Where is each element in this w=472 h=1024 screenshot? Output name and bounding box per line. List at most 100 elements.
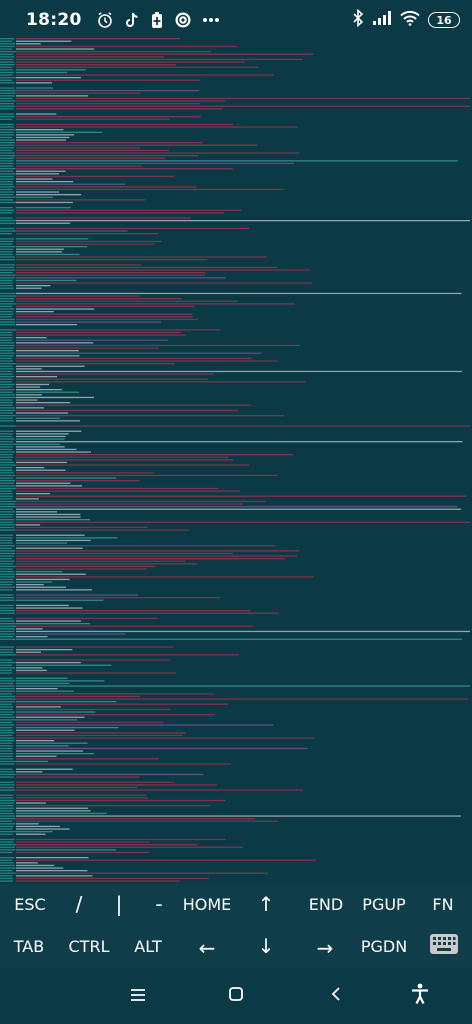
log-text	[16, 794, 147, 796]
log-text	[16, 784, 217, 786]
log-line	[0, 334, 186, 336]
log-line	[0, 526, 148, 529]
log-line	[0, 823, 39, 825]
terminal-output[interactable]	[0, 34, 472, 884]
log-text	[16, 259, 208, 261]
log-text	[16, 352, 262, 354]
log-text	[16, 404, 252, 406]
log-prefix	[0, 170, 13, 172]
log-text	[16, 370, 463, 373]
log-prefix	[0, 136, 13, 139]
log-line	[0, 797, 148, 799]
log-line	[0, 285, 51, 287]
log-line	[0, 625, 253, 627]
log-text	[16, 841, 150, 843]
log-text	[16, 339, 169, 341]
log-prefix	[0, 760, 16, 763]
log-text	[16, 802, 46, 804]
log-line	[0, 389, 62, 391]
log-prefix	[0, 472, 14, 474]
log-line	[0, 82, 53, 84]
key-tab[interactable]: TAB	[0, 926, 58, 966]
log-line	[0, 461, 68, 464]
key-pgup[interactable]: PGUP	[356, 884, 412, 924]
key-alt[interactable]: ALT	[122, 926, 174, 966]
log-text	[16, 781, 174, 783]
log-text	[16, 724, 274, 726]
log-text	[16, 360, 278, 362]
log-text	[16, 617, 158, 620]
log-line	[0, 381, 307, 383]
log-prefix	[0, 823, 16, 825]
log-prefix	[0, 305, 13, 308]
log-line	[0, 209, 242, 211]
key-pgdn[interactable]: PGDN	[356, 926, 412, 966]
log-prefix	[0, 196, 16, 198]
recents-button[interactable]	[108, 968, 168, 1024]
log-text	[16, 477, 117, 479]
log-prefix	[0, 820, 13, 822]
log-prefix	[0, 565, 16, 568]
log-prefix	[0, 799, 16, 802]
log-line	[0, 732, 186, 734]
home-button[interactable]	[206, 968, 266, 1024]
log-prefix	[0, 667, 16, 669]
log-text	[16, 464, 250, 466]
key-down[interactable]: ↓	[244, 926, 288, 966]
keyboard-toggle-button[interactable]	[420, 926, 468, 966]
log-text	[16, 703, 228, 705]
log-text	[16, 875, 93, 877]
log-text	[16, 376, 58, 378]
log-prefix	[0, 773, 16, 776]
log-line	[0, 482, 71, 484]
log-line	[0, 818, 256, 820]
log-text	[16, 365, 85, 367]
log-prefix	[0, 857, 15, 859]
key-ctrl[interactable]: CTRL	[60, 926, 118, 966]
log-text	[16, 222, 71, 224]
accessibility-button[interactable]	[390, 968, 450, 1024]
log-line	[0, 56, 164, 58]
log-prefix	[0, 103, 14, 105]
log-line	[0, 295, 141, 297]
back-button[interactable]	[306, 968, 366, 1024]
log-line	[0, 815, 461, 817]
log-line	[0, 539, 91, 542]
log-line	[0, 537, 118, 539]
log-line	[0, 558, 286, 560]
log-text	[16, 880, 180, 882]
log-text	[16, 298, 182, 300]
key-end[interactable]: END	[300, 884, 352, 924]
log-text	[16, 90, 200, 92]
log-text	[16, 812, 107, 815]
key-left[interactable]: ←	[184, 928, 230, 968]
log-line	[0, 877, 209, 880]
log-line	[0, 363, 175, 365]
log-prefix	[0, 191, 15, 193]
log-prefix	[0, 45, 15, 48]
log-text	[16, 381, 307, 383]
log-text	[16, 698, 469, 700]
log-text	[16, 399, 38, 401]
log-line	[0, 807, 89, 809]
key-fn[interactable]: FN	[418, 884, 468, 924]
log-text	[16, 508, 462, 510]
log-prefix	[0, 220, 16, 222]
log-prefix	[0, 53, 14, 55]
log-prefix	[0, 610, 16, 612]
log-prefix	[0, 105, 16, 107]
log-prefix	[0, 71, 14, 74]
key-esc[interactable]: ESC	[0, 884, 60, 924]
log-prefix	[0, 357, 13, 360]
log-text	[16, 867, 64, 869]
log-prefix	[0, 623, 16, 625]
log-text	[16, 412, 69, 414]
log-text	[16, 324, 78, 326]
log-text	[16, 321, 161, 323]
key-home[interactable]: HOME	[176, 884, 238, 924]
key-up[interactable]: ↑	[244, 884, 288, 924]
log-text	[16, 149, 170, 152]
key-right[interactable]: →	[302, 928, 348, 968]
log-prefix	[0, 568, 13, 570]
log-prefix	[0, 446, 14, 448]
